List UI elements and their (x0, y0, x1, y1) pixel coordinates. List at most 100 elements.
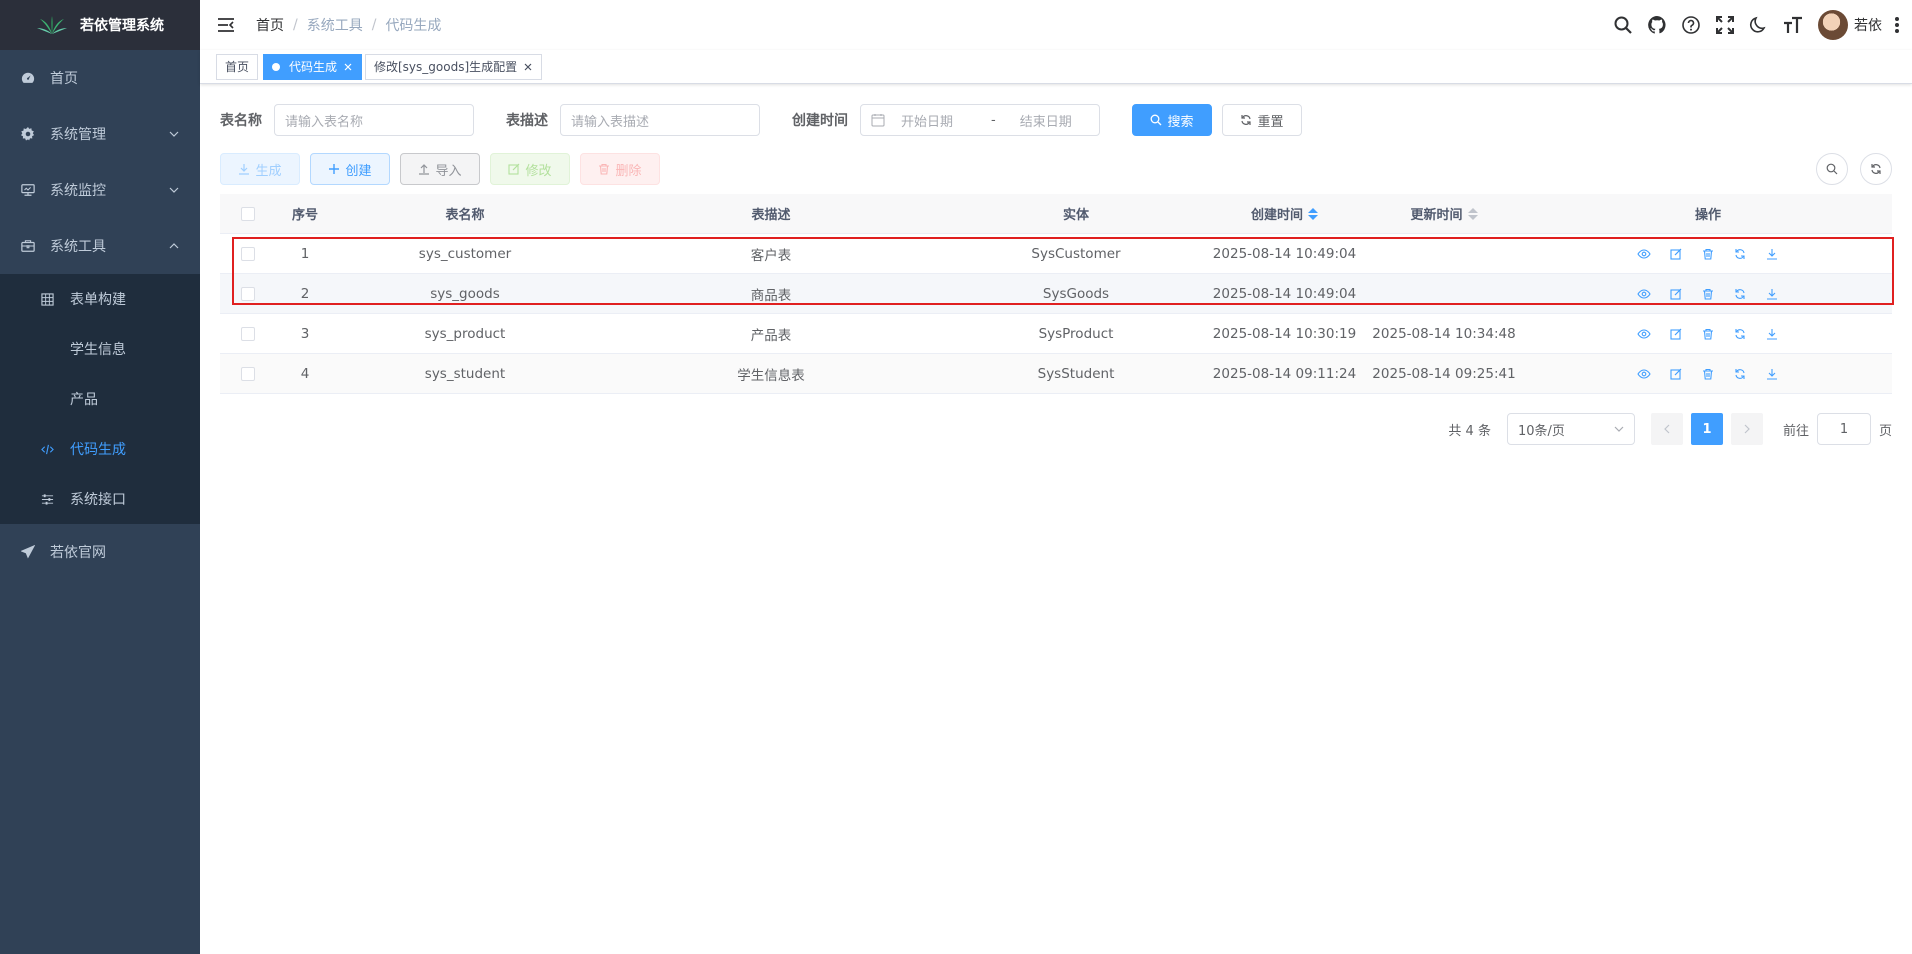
download-icon (1765, 367, 1779, 381)
cell-table-name: sys_goods (430, 285, 500, 302)
toggle-search-button[interactable] (1816, 153, 1848, 185)
breadcrumb-item-home[interactable]: 首页 (256, 15, 284, 35)
generate-code-button[interactable] (1756, 324, 1788, 344)
fullscreen-icon[interactable] (1714, 14, 1736, 36)
cell-created: 2025-08-14 10:49:04 (1212, 245, 1357, 262)
table-row[interactable]: 4 sys_student 学生信息表 SysStudent 2025-08-14 09… (220, 354, 1892, 394)
delete-row-button[interactable] (1692, 324, 1724, 344)
sidebar-item-code-gen[interactable]: 代码生成 (0, 424, 200, 474)
refresh-button[interactable] (1860, 153, 1892, 185)
next-page-button[interactable] (1730, 413, 1763, 445)
sidebar-item-label: 系统接口 (70, 492, 126, 508)
user-menu[interactable]: 若依 (1818, 10, 1882, 40)
toolbar: 生成 创建 导入 修改 删除 (220, 153, 1892, 185)
sort-icon[interactable] (1467, 207, 1478, 220)
table-desc-input[interactable]: 请输入表描述 (560, 104, 760, 136)
import-button[interactable]: 导入 (400, 153, 480, 185)
table-row[interactable]: 2 sys_goods 商品表 SysGoods 2025-08-14 10:49:04 (220, 274, 1892, 314)
navbar: 首页 / 系统工具 / 代码生成 若依 (200, 0, 1912, 50)
data-table: 序号 表名称 表描述 实体 创建时间 更新时间 操作 1 sys_customer… (220, 194, 1892, 394)
row-checkbox[interactable] (240, 246, 255, 261)
row-actions (1628, 244, 1788, 264)
table-name-input[interactable]: 请输入表名称 (274, 104, 474, 136)
dark-mode-icon[interactable] (1748, 14, 1770, 36)
edit-row-button[interactable] (1660, 324, 1692, 344)
tag-codegen[interactable]: 代码生成 (263, 54, 363, 80)
sidebar-item-system-tools[interactable]: 系统工具 (0, 218, 200, 274)
cell-table-name: sys_student (424, 365, 506, 382)
more-vertical-icon[interactable] (1890, 14, 1904, 36)
logo[interactable]: 若依管理系统 (0, 0, 200, 50)
breadcrumb-separator: / (293, 17, 298, 33)
font-size-icon[interactable] (1782, 14, 1804, 36)
sidebar-item-system-monitor[interactable]: 系统监控 (0, 162, 200, 218)
delete-row-button[interactable] (1692, 244, 1724, 264)
delete-row-button[interactable] (1692, 364, 1724, 384)
row-actions (1628, 284, 1788, 304)
generate-code-button[interactable] (1756, 244, 1788, 264)
page-size-select[interactable]: 10条/页 (1506, 413, 1635, 445)
sidebar-item-product[interactable]: 产品 (0, 374, 200, 424)
preview-button[interactable] (1628, 284, 1660, 304)
edit-row-button[interactable] (1660, 244, 1692, 264)
sidebar-item-form-builder[interactable]: 表单构建 (0, 274, 200, 324)
create-button[interactable]: 创建 (310, 153, 390, 185)
tag-home[interactable]: 首页 (216, 54, 259, 80)
help-icon[interactable] (1680, 14, 1702, 36)
sync-button[interactable] (1724, 284, 1756, 304)
gear-icon (20, 126, 36, 142)
cell-entity: SysGoods (1042, 285, 1110, 302)
generate-code-button[interactable] (1756, 284, 1788, 304)
search-form: 表名称 请输入表名称 表描述 请输入表描述 创建时间 开始日期 - 结束日期 搜… (220, 104, 1302, 136)
table-row[interactable]: 1 sys_customer 客户表 SysCustomer 2025-08-14 10… (220, 234, 1892, 274)
sync-button[interactable] (1724, 364, 1756, 384)
sidebar-item-system-api[interactable]: 系统接口 (0, 474, 200, 524)
sidebar-item-ruoyi-site[interactable]: 若依官网 (0, 524, 200, 580)
delete-row-button[interactable] (1692, 284, 1724, 304)
preview-button[interactable] (1628, 324, 1660, 344)
search-button[interactable]: 搜索 (1132, 104, 1212, 136)
edit-button[interactable]: 修改 (490, 153, 570, 185)
code-icon (40, 442, 54, 456)
goto-page-input[interactable]: 1 (1816, 413, 1871, 445)
tag-edit-goods[interactable]: 修改[sys_goods]生成配置 (365, 54, 543, 80)
generate-button[interactable]: 生成 (220, 153, 300, 185)
sidebar-item-home[interactable]: 首页 (0, 50, 200, 106)
select-all-checkbox[interactable] (240, 206, 255, 221)
delete-button[interactable]: 删除 (580, 153, 660, 185)
preview-button[interactable] (1628, 244, 1660, 264)
preview-button[interactable] (1628, 364, 1660, 384)
github-icon[interactable] (1646, 14, 1668, 36)
row-checkbox[interactable] (240, 326, 255, 341)
cell-created: 2025-08-14 10:30:19 (1212, 325, 1357, 342)
edit-row-button[interactable] (1660, 364, 1692, 384)
trash-icon (1701, 247, 1715, 261)
col-created[interactable]: 创建时间 (1205, 194, 1364, 233)
row-select-cell (220, 234, 275, 273)
row-checkbox[interactable] (240, 366, 255, 381)
sync-button[interactable] (1724, 324, 1756, 344)
row-checkbox[interactable] (240, 286, 255, 301)
sidebar-item-system-management[interactable]: 系统管理 (0, 106, 200, 162)
search-icon[interactable] (1612, 14, 1634, 36)
close-icon[interactable] (343, 62, 353, 72)
sidebar-item-label: 首页 (50, 71, 78, 87)
close-icon[interactable] (523, 62, 533, 72)
sliders-icon (40, 492, 54, 506)
sync-icon (1733, 287, 1747, 301)
sync-button[interactable] (1724, 244, 1756, 264)
col-updated[interactable]: 更新时间 (1364, 194, 1524, 233)
hamburger-icon[interactable] (216, 15, 236, 35)
sidebar-item-student-info[interactable]: 学生信息 (0, 324, 200, 374)
page-button-current[interactable]: 1 (1690, 413, 1723, 445)
breadcrumb-separator: / (371, 17, 377, 33)
reset-button[interactable]: 重置 (1222, 104, 1302, 136)
prev-page-button[interactable] (1650, 413, 1683, 445)
sidebar-item-label: 系统监控 (50, 183, 106, 199)
sort-icon[interactable] (1308, 207, 1318, 220)
date-range-picker[interactable]: 开始日期 - 结束日期 (860, 104, 1100, 136)
generate-code-button[interactable] (1756, 364, 1788, 384)
table-row[interactable]: 3 sys_product 产品表 SysProduct 2025-08-14 10:3… (220, 314, 1892, 354)
refresh-icon (1240, 114, 1252, 126)
edit-row-button[interactable] (1660, 284, 1692, 304)
